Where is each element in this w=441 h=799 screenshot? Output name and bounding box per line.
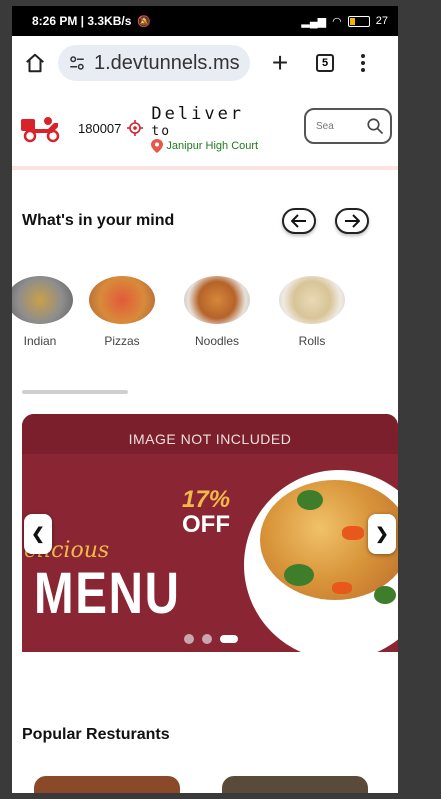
rolls-image [279, 276, 345, 324]
category-pizzas[interactable]: Pizzas [82, 276, 162, 348]
status-right: ▂▄▆ ◠ 27 [301, 15, 388, 28]
carousel-indicators [184, 634, 238, 644]
location-pin-icon [151, 138, 164, 153]
pincode: 180007 [78, 120, 122, 136]
location-name: Janipur High Court [166, 139, 259, 152]
category-rolls[interactable]: Rolls [272, 276, 352, 348]
banner-next-button[interactable]: ❯ [368, 514, 396, 554]
site-header: 180007 Deliver to Janipur High Court [12, 90, 398, 170]
discount-percent: 17% [182, 486, 231, 513]
signal-icon: ▂▄▆ [301, 15, 327, 28]
search-box[interactable] [304, 108, 392, 144]
noodles-image [184, 276, 250, 324]
category-label: Pizzas [104, 334, 140, 348]
promo-banner[interactable]: IMAGE NOT INCLUDED elicious MENU 17% OFF [22, 414, 398, 652]
search-icon[interactable] [366, 117, 384, 135]
category-label: Indian [23, 334, 57, 348]
broccoli [297, 490, 323, 510]
indicator-dot[interactable] [184, 634, 194, 644]
new-tab-button[interactable]: + [266, 49, 294, 77]
home-button[interactable] [20, 48, 50, 78]
home-icon [26, 53, 44, 73]
categories-title: What's in your mind [22, 212, 175, 229]
locate-me-icon[interactable] [127, 120, 144, 136]
category-partial[interactable] [364, 276, 398, 324]
discount-off: OFF [182, 511, 230, 538]
broccoli [374, 586, 396, 604]
discount-badge: 17% OFF [182, 488, 230, 538]
category-indian[interactable]: Indian [12, 276, 80, 348]
deliver-to-label: to [151, 123, 172, 139]
broccoli [284, 564, 314, 586]
browser-menu-button[interactable] [360, 54, 366, 72]
image-not-included-text: IMAGE NOT INCLUDED [128, 431, 292, 447]
category-label: Noodles [194, 334, 240, 348]
partial-dish-image [369, 276, 398, 324]
delivery-location[interactable]: Deliver to Janipur High Court [151, 104, 258, 153]
tab-switcher-button[interactable]: 5 [316, 54, 334, 72]
pizza-image [89, 276, 155, 324]
status-bar: 8:26 PM | 3.3KB/s 🔕 ▂▄▆ ◠ 27 [12, 6, 398, 36]
categories-scrollbar[interactable] [22, 390, 128, 394]
indicator-dot-active[interactable] [220, 635, 238, 643]
indian-thali-image [12, 276, 73, 324]
categories-carousel[interactable]: Indian Pizzas Noodles Rolls [12, 276, 398, 356]
indicator-dot[interactable] [202, 634, 212, 644]
search-input[interactable] [316, 120, 366, 132]
mute-icon: 🔕 [137, 15, 152, 28]
restaurant-card[interactable] [222, 776, 368, 793]
arrow-right-icon [345, 214, 360, 228]
popular-restaurants-title: Popular Resturants [22, 726, 170, 743]
address-bar[interactable]: 1.devtunnels.ms [58, 45, 250, 81]
delivery-scooter-logo[interactable] [20, 113, 62, 143]
category-noodles[interactable]: Noodles [177, 276, 257, 348]
site-settings-icon[interactable] [68, 54, 86, 72]
restaurant-cards-row [12, 776, 398, 793]
phone-screen: 8:26 PM | 3.3KB/s 🔕 ▂▄▆ ◠ 27 1.devtunnel… [12, 6, 398, 793]
location-row: Janipur High Court [151, 138, 259, 153]
restaurant-card[interactable] [34, 776, 180, 793]
battery-icon [347, 15, 370, 27]
carrot [342, 526, 364, 540]
arrow-left-icon [291, 214, 306, 228]
category-label: Rolls [298, 334, 326, 348]
banner-prev-button[interactable]: ❮ [24, 514, 52, 554]
browser-toolbar: 1.devtunnels.ms + 5 [12, 36, 398, 90]
wifi-icon: ◠ [332, 15, 342, 28]
carrot [332, 582, 352, 594]
deliver-label: Deliver [151, 103, 245, 124]
status-time: 8:26 PM | 3.3KB/s [32, 14, 132, 28]
categories-next-button[interactable] [335, 208, 369, 234]
categories-prev-button[interactable] [282, 208, 316, 234]
banner-headline: MENU [34, 561, 181, 626]
url-text: 1.devtunnels.ms [94, 51, 240, 74]
battery-percent: 27 [375, 15, 388, 27]
